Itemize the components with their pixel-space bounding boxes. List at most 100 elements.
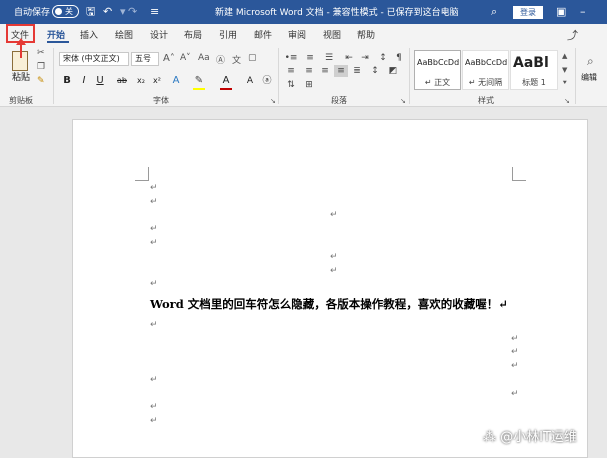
customize-toolbar-icon[interactable]: ≡	[150, 4, 159, 20]
copy-icon[interactable]: ❐	[37, 62, 45, 72]
styles-scroll-up-icon[interactable]: ▲	[562, 52, 567, 60]
editing-label: 编辑	[581, 73, 597, 82]
highlight-color-icon[interactable]: ✎	[193, 74, 205, 88]
enclose-char-icon[interactable]: ⓐ	[261, 74, 273, 88]
minimize-icon[interactable]: –	[580, 4, 586, 20]
style-heading-1-sample: AaBl	[513, 55, 549, 71]
paragraph-mark: ↵	[150, 279, 158, 289]
sort-icon[interactable]: ⇅	[284, 79, 298, 91]
superscript-button[interactable]: x²	[150, 74, 164, 88]
autosave-toggle[interactable]: 关	[52, 5, 79, 18]
subscript-button[interactable]: x₂	[134, 74, 148, 88]
tab-layout[interactable]: 布局	[184, 28, 202, 41]
tab-view[interactable]: 视图	[323, 28, 341, 41]
underline-button[interactable]: U	[94, 74, 106, 88]
font-color-button[interactable]: A	[220, 74, 232, 88]
align-right-icon[interactable]: ≡	[318, 65, 332, 77]
tab-home[interactable]: 开始	[47, 28, 65, 41]
style-normal[interactable]: AaBbCcDd ↵ 正文	[414, 50, 461, 90]
decrease-indent-icon[interactable]: ⇤	[342, 52, 356, 64]
italic-button[interactable]: I	[78, 74, 90, 88]
chinese-layout-icon[interactable]: ↕	[376, 52, 390, 64]
tab-design[interactable]: 设计	[150, 28, 168, 41]
clear-format-icon[interactable]: Ⓐ	[216, 53, 225, 66]
font-size-select[interactable]: 五号	[131, 52, 159, 66]
group-divider	[575, 48, 576, 104]
style-no-spacing-name: ↵ 无间隔	[468, 78, 503, 87]
char-shading-icon[interactable]: Α	[244, 74, 256, 88]
autosave-label: 自动保存	[14, 8, 51, 18]
document-title: 新建 Microsoft Word 文档 - 兼容性模式 - 已保存到这台电脑	[215, 8, 459, 18]
format-painter-icon[interactable]: ✎	[37, 76, 45, 86]
paragraph-mark: ↵	[150, 197, 158, 207]
grow-font-icon[interactable]: A˄	[163, 53, 175, 64]
bold-button[interactable]: B	[61, 74, 73, 88]
paste-label[interactable]: 粘贴	[12, 70, 30, 83]
tab-insert[interactable]: 插入	[80, 28, 98, 41]
line-spacing-icon[interactable]: ↕	[368, 65, 382, 77]
redo-icon[interactable]: ↷	[128, 4, 137, 20]
font-name-select[interactable]: 宋体 (中文正文)	[59, 52, 129, 66]
annotation-arrow-head	[16, 38, 26, 45]
paragraph-group-label: 段落	[331, 96, 347, 105]
margin-corner-top-right	[512, 167, 526, 181]
change-case-icon[interactable]: Aa	[198, 53, 210, 63]
ribbon-display-icon[interactable]: ▣	[556, 4, 566, 20]
clipboard-group-label: 剪贴板	[9, 96, 33, 105]
style-heading-1[interactable]: AaBl 标题 1	[510, 50, 558, 90]
tab-review[interactable]: 审阅	[288, 28, 306, 41]
distribute-icon[interactable]: ≣	[350, 65, 364, 77]
toggle-knob	[55, 8, 62, 15]
text-effects-button[interactable]: A	[170, 74, 182, 88]
paragraph-mark: ↵	[330, 210, 338, 220]
tab-mailings[interactable]: 邮件	[254, 28, 272, 41]
search-icon[interactable]: ⌕	[491, 4, 497, 20]
paragraph-mark: ↵	[150, 402, 158, 412]
tab-references[interactable]: 引用	[219, 28, 237, 41]
paragraph-mark: ↵	[330, 252, 338, 262]
styles-scroll-down-icon[interactable]: ▼	[562, 66, 567, 74]
document-text-line[interactable]: Word 文档里的回车符怎么隐藏，各版本操作教程，喜欢的收藏喔！↵	[150, 296, 508, 312]
paragraph-mark: ↵	[511, 361, 519, 371]
strikethrough-button[interactable]: ab	[114, 74, 130, 88]
paragraph-mark: ↵	[150, 416, 158, 426]
justify-icon[interactable]: ≡	[334, 65, 348, 77]
font-group-label: 字体	[153, 96, 169, 105]
increase-indent-icon[interactable]: ⇥	[358, 52, 372, 64]
char-border-icon[interactable]: ▢	[248, 53, 257, 63]
save-icon[interactable]: 🖫	[86, 4, 95, 20]
find-icon: ⌕	[587, 54, 594, 68]
title-dropdown-icon[interactable]: ⌄	[441, 4, 449, 20]
tab-help[interactable]: 帮助	[357, 28, 375, 41]
editing-button[interactable]: ⌕ 编辑	[580, 50, 604, 88]
active-tab-indicator	[47, 41, 69, 43]
undo-dropdown-icon[interactable]: ▾	[120, 4, 126, 20]
style-no-spacing[interactable]: AaBbCcDd ↵ 无间隔	[462, 50, 509, 90]
style-heading-1-name: 标题 1	[522, 78, 546, 87]
phonetic-guide-icon[interactable]: 文	[232, 53, 241, 66]
multilevel-list-icon[interactable]: ☰	[322, 52, 336, 64]
paragraph-mark: ↵	[511, 389, 519, 399]
align-left-icon[interactable]: ≡	[284, 65, 298, 77]
show-marks-icon[interactable]: ¶	[392, 52, 406, 64]
cut-icon[interactable]: ✂	[37, 48, 45, 58]
styles-dialog-launcher-icon[interactable]: ↘	[564, 97, 570, 105]
login-button[interactable]: 登录	[513, 6, 543, 19]
paragraph-mark: ↵	[511, 347, 519, 357]
group-divider	[53, 48, 54, 104]
share-icon[interactable]: ⤴	[567, 27, 578, 43]
shading-icon[interactable]: ◩	[386, 65, 400, 77]
tab-draw[interactable]: 绘图	[115, 28, 133, 41]
paragraph-dialog-launcher-icon[interactable]: ↘	[400, 97, 406, 105]
paragraph-mark: ↵	[150, 238, 158, 248]
font-color-swatch	[220, 88, 232, 90]
align-center-icon[interactable]: ≡	[302, 65, 316, 77]
undo-icon[interactable]: ↶	[103, 4, 112, 20]
borders-icon[interactable]: ⊞	[302, 79, 316, 91]
paragraph-mark: ↵	[330, 266, 338, 276]
shrink-font-icon[interactable]: A˅	[180, 53, 191, 63]
font-dialog-launcher-icon[interactable]: ↘	[270, 97, 276, 105]
bullets-icon[interactable]: •≡	[284, 52, 298, 64]
styles-more-icon[interactable]: ⯆	[562, 79, 568, 88]
numbering-icon[interactable]: ≡	[303, 52, 317, 64]
